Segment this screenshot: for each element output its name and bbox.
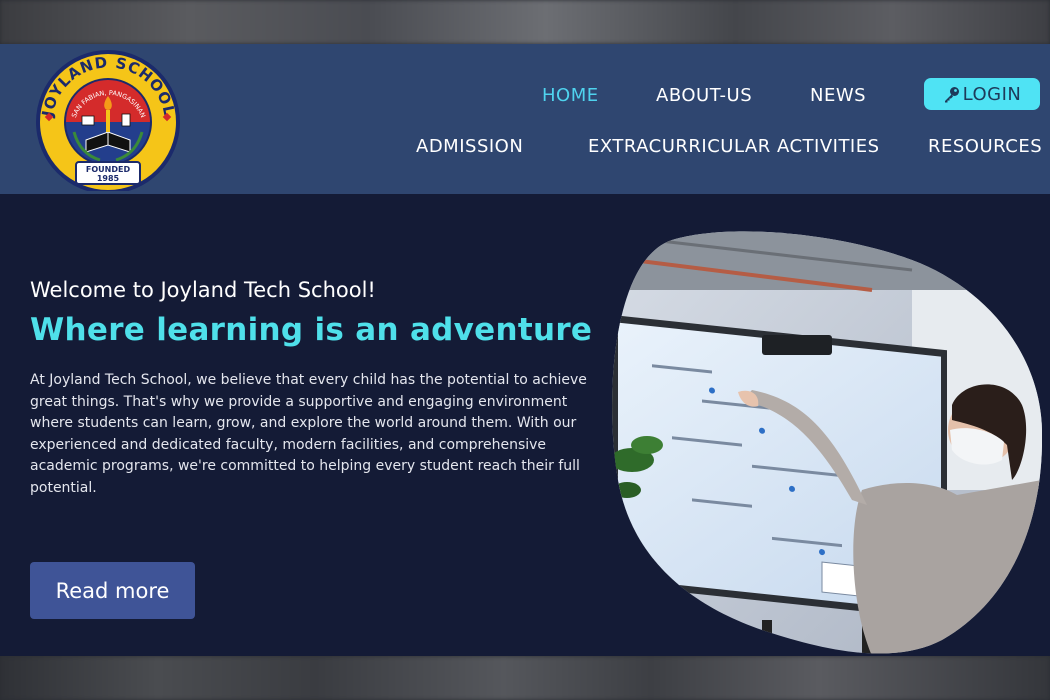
key-icon <box>944 87 959 103</box>
read-more-button[interactable]: Read more <box>30 562 195 619</box>
site-header: JOYLAND SCHOOL SAN FABIAN, PANGASINAN FO… <box>0 44 1050 194</box>
logo-founded-label: FOUNDED <box>86 165 131 174</box>
nav-news[interactable]: NEWS <box>810 85 866 106</box>
background-photo-bottom <box>0 656 1050 700</box>
teacher-presentation-illustration <box>612 231 1042 654</box>
school-logo[interactable]: JOYLAND SCHOOL SAN FABIAN, PANGASINAN FO… <box>30 44 187 194</box>
logo-founded-year: 1985 <box>97 174 120 183</box>
login-button[interactable]: LOGIN <box>924 78 1040 110</box>
nav-resources[interactable]: RESOURCES <box>928 136 1042 157</box>
nav-home[interactable]: HOME <box>542 85 599 106</box>
hero-image <box>612 230 1042 656</box>
login-label: LOGIN <box>962 83 1022 105</box>
website-page: JOYLAND SCHOOL SAN FABIAN, PANGASINAN FO… <box>0 44 1050 656</box>
nav-admission[interactable]: ADMISSION <box>416 136 523 157</box>
school-seal-icon: JOYLAND SCHOOL SAN FABIAN, PANGASINAN FO… <box>36 50 180 194</box>
nav-extracurricular-activities[interactable]: EXTRACURRICULAR ACTIVITIES <box>588 136 880 157</box>
background-photo-top <box>0 0 1050 44</box>
hero-welcome: Welcome to Joyland Tech School! <box>30 278 376 302</box>
hero-title: Where learning is an adventure <box>30 312 593 348</box>
hero-body-text: At Joyland Tech School, we believe that … <box>30 372 587 496</box>
nav-about-us[interactable]: ABOUT-US <box>656 85 752 106</box>
